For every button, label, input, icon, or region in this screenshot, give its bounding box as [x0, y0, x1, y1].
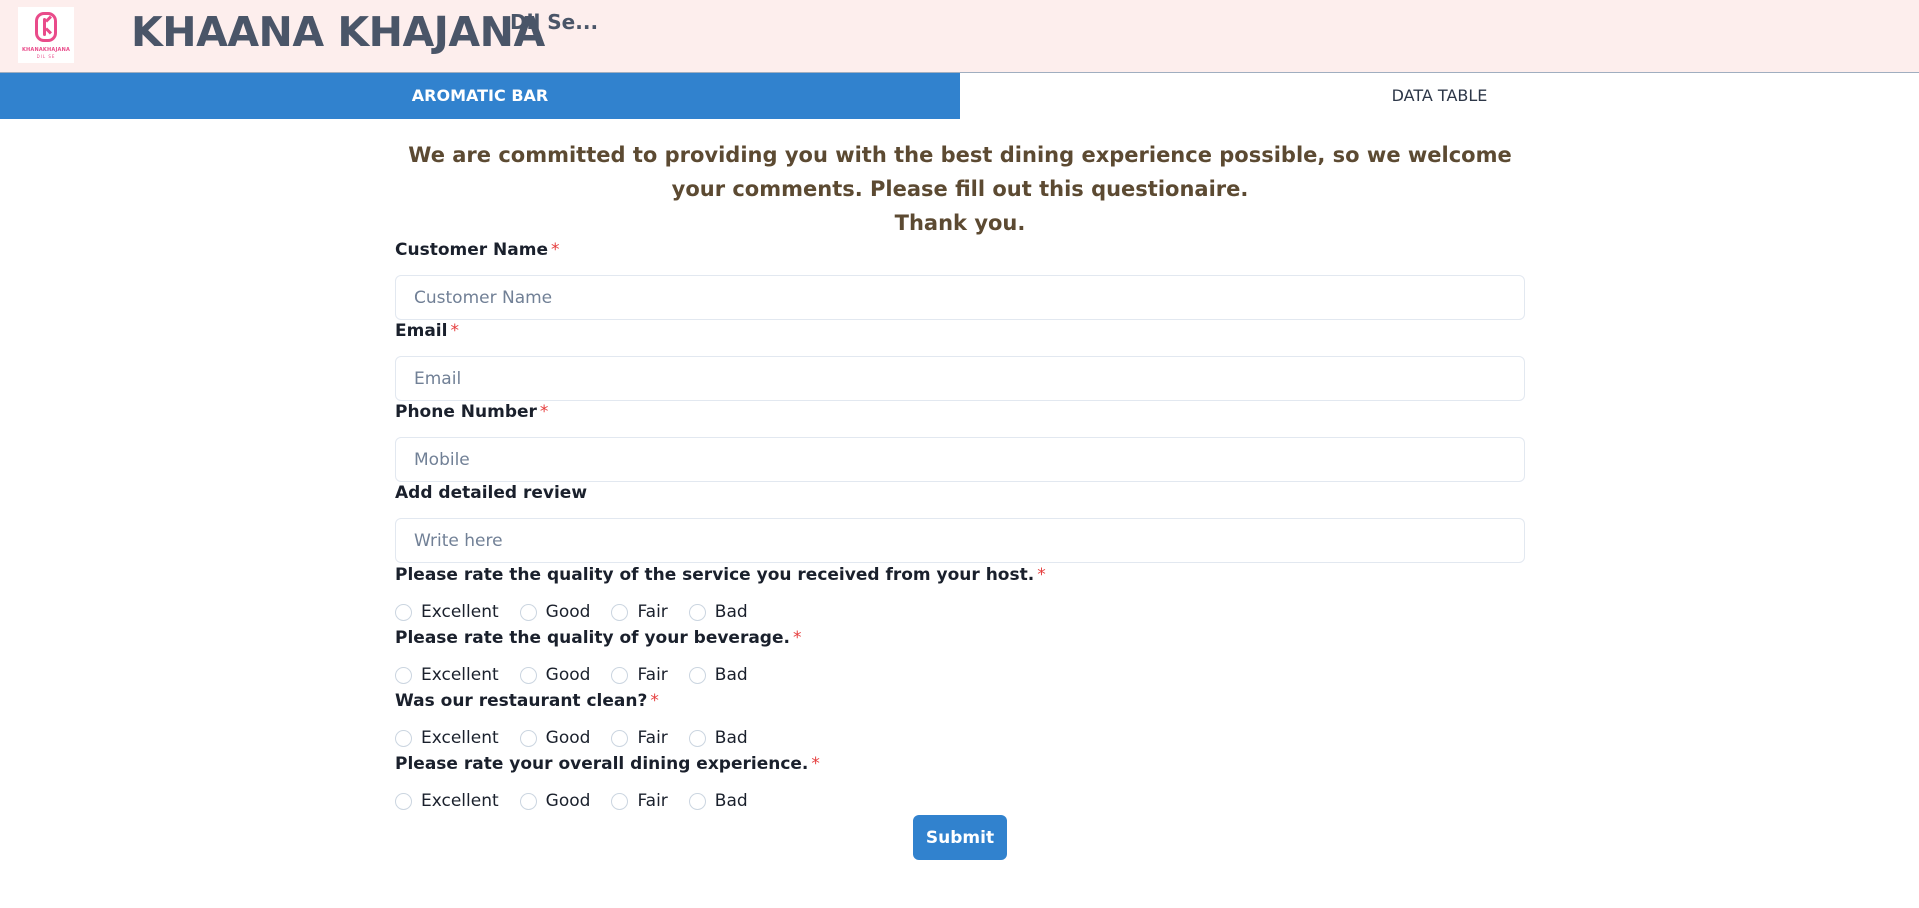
radio-label: Excellent [421, 791, 499, 811]
radio-circle[interactable] [611, 729, 629, 747]
required-mark: * [450, 321, 459, 341]
cleanliness-rating-label: Was our restaurant clean? * [395, 691, 659, 711]
radio-option-bad[interactable]: Bad [688, 602, 748, 622]
required-mark: * [551, 240, 560, 260]
radio-option-bad[interactable]: Bad [688, 791, 748, 811]
radio-circle[interactable] [395, 729, 412, 747]
radio-option-excellent[interactable]: Excellent [395, 602, 499, 622]
intro-message: We are committed to providing you with t… [395, 138, 1525, 240]
review-input[interactable] [395, 518, 1525, 563]
radio-circle[interactable] [611, 792, 629, 810]
phone-label-text: Phone Number [395, 402, 537, 422]
brand-tagline: Dil Se... [510, 10, 599, 34]
radio-label: Fair [637, 665, 668, 685]
overall-rating-label: Please rate your overall dining experien… [395, 754, 820, 774]
customer-name-input[interactable] [395, 275, 1525, 320]
radio-label: Bad [714, 665, 748, 685]
beverage-rating-question: Please rate the quality of your beverage… [395, 628, 790, 648]
radio-option-fair[interactable]: Fair [611, 728, 668, 748]
logo-text: KHANAKHAJANA [21, 47, 71, 53]
email-label: Email * [395, 321, 459, 341]
radio-option-excellent[interactable]: Excellent [395, 728, 499, 748]
service-rating-question: Please rate the quality of the service y… [395, 565, 1035, 585]
brand-title: KHAANA KHAJANA [131, 8, 545, 56]
radio-option-fair[interactable]: Fair [611, 665, 668, 685]
radio-circle[interactable] [395, 666, 412, 684]
radio-option-fair[interactable]: Fair [611, 791, 668, 811]
radio-option-good[interactable]: Good [519, 602, 591, 622]
required-mark: * [650, 691, 659, 711]
overall-rating-group: Excellent Good Fair Bad [395, 789, 769, 813]
radio-label: Bad [714, 791, 748, 811]
service-rating-label: Please rate the quality of the service y… [395, 565, 1046, 585]
required-mark: * [1037, 565, 1046, 585]
radio-label: Good [545, 665, 591, 685]
cleanliness-rating-question: Was our restaurant clean? [395, 691, 648, 711]
radio-label: Good [545, 728, 591, 748]
radio-option-fair[interactable]: Fair [611, 602, 668, 622]
radio-option-bad[interactable]: Bad [688, 665, 748, 685]
phone-label: Phone Number * [395, 402, 548, 422]
intro-line-2: Thank you. [894, 211, 1026, 235]
radio-circle[interactable] [688, 792, 706, 810]
radio-label: Fair [637, 602, 668, 622]
logo-subtext: DIL SE [36, 54, 56, 59]
phone-input[interactable] [395, 437, 1525, 482]
radio-circle[interactable] [688, 603, 706, 621]
radio-option-good[interactable]: Good [519, 791, 591, 811]
radio-label: Fair [637, 728, 668, 748]
email-input[interactable] [395, 356, 1525, 401]
header: KHANAKHAJANA DIL SE KHAANA KHAJANA Dil S… [0, 0, 1919, 73]
required-mark: * [539, 402, 549, 422]
radio-label: Bad [714, 728, 748, 748]
tab-bar: AROMATIC BAR DATA TABLE [0, 73, 1919, 119]
radio-option-good[interactable]: Good [519, 728, 591, 748]
radio-option-good[interactable]: Good [519, 665, 591, 685]
radio-label: Good [545, 602, 591, 622]
radio-label: Fair [637, 791, 668, 811]
review-label-text: Add detailed review [395, 483, 588, 503]
cleanliness-rating-group: Excellent Good Fair Bad [395, 726, 769, 750]
radio-option-excellent[interactable]: Excellent [395, 665, 499, 685]
radio-circle[interactable] [611, 666, 629, 684]
beverage-rating-label: Please rate the quality of your beverage… [395, 628, 801, 648]
radio-circle[interactable] [519, 666, 537, 684]
radio-circle[interactable] [395, 792, 412, 810]
radio-circle[interactable] [519, 729, 537, 747]
overall-rating-question: Please rate your overall dining experien… [395, 754, 809, 774]
radio-option-bad[interactable]: Bad [688, 728, 748, 748]
tab-data-table[interactable]: DATA TABLE [960, 73, 1919, 119]
radio-option-excellent[interactable]: Excellent [395, 791, 499, 811]
email-label-text: Email [395, 321, 448, 341]
customer-name-label: Customer Name * [395, 240, 560, 260]
radio-label: Bad [714, 602, 748, 622]
required-mark: * [792, 628, 802, 648]
radio-circle[interactable] [519, 603, 537, 621]
radio-circle[interactable] [519, 792, 537, 810]
radio-circle[interactable] [611, 603, 629, 621]
radio-label: Excellent [421, 665, 499, 685]
radio-label: Excellent [421, 728, 499, 748]
intro-line-1: We are committed to providing you with t… [408, 143, 1512, 201]
customer-name-label-text: Customer Name [395, 240, 548, 260]
radio-circle[interactable] [688, 666, 706, 684]
tab-aromatic-bar[interactable]: AROMATIC BAR [0, 73, 960, 119]
radio-label: Excellent [421, 602, 499, 622]
radio-circle[interactable] [395, 603, 412, 621]
radio-circle[interactable] [688, 729, 706, 747]
beverage-rating-group: Excellent Good Fair Bad [395, 663, 769, 687]
required-mark: * [811, 754, 820, 774]
logo[interactable]: KHANAKHAJANA DIL SE [18, 7, 74, 63]
submit-button[interactable]: Submit [913, 815, 1007, 860]
service-rating-group: Excellent Good Fair Bad [395, 600, 769, 624]
k-letter-icon [35, 12, 57, 42]
review-label: Add detailed review [395, 483, 587, 503]
radio-label: Good [545, 791, 591, 811]
